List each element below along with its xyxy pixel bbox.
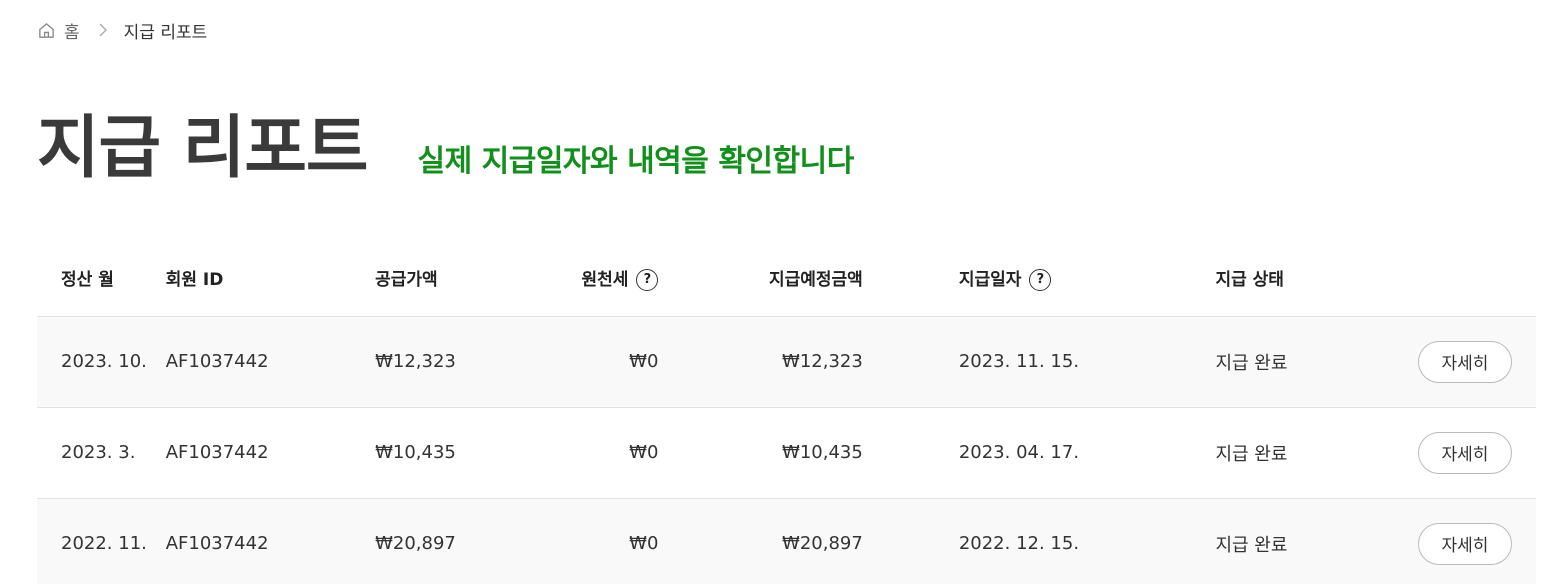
help-circle-icon[interactable]: ? bbox=[1029, 268, 1052, 291]
cell-withholding-tax: ₩0 bbox=[629, 442, 659, 463]
cell-member-id: AF1037442 bbox=[165, 533, 269, 554]
cell-supply-amount: ₩12,323 bbox=[375, 351, 456, 372]
cell-withholding-tax: ₩0 bbox=[629, 351, 659, 372]
cell-member-id: AF1037442 bbox=[165, 351, 269, 372]
table-row: 2023. 10. AF1037442 ₩12,323 ₩0 ₩12,323 2… bbox=[37, 316, 1536, 407]
cell-expected-amount: ₩12,323 bbox=[782, 351, 863, 372]
column-header-month: 정산 월 bbox=[61, 270, 114, 291]
column-header-withholding-tax: 원천세? bbox=[486, 240, 659, 316]
page-subtitle: 실제 지급일자와 내역을 확인합니다 bbox=[417, 144, 854, 179]
chevron-right-icon bbox=[99, 23, 107, 37]
detail-button[interactable]: 자세히 bbox=[1418, 522, 1512, 565]
cell-month: 2023. 3. bbox=[61, 442, 136, 463]
cell-supply-amount: ₩20,897 bbox=[375, 533, 456, 554]
column-header-expected-amount: 지급예정금액 bbox=[768, 270, 863, 291]
home-icon[interactable] bbox=[37, 21, 56, 40]
column-header-payment-date: 지급일자? bbox=[863, 240, 1120, 316]
cell-payment-date: 2022. 12. 15. bbox=[958, 533, 1080, 554]
cell-payment-date: 2023. 04. 17. bbox=[958, 442, 1080, 463]
table-row: 2022. 11. AF1037442 ₩20,897 ₩0 ₩20,897 2… bbox=[37, 498, 1536, 584]
cell-expected-amount: ₩20,897 bbox=[782, 533, 863, 554]
page-title: 지급 리포트 bbox=[37, 109, 368, 188]
cell-action: 자세히 bbox=[1359, 316, 1536, 407]
cell-status: 지급 완료 bbox=[1215, 534, 1288, 556]
detail-button[interactable]: 자세히 bbox=[1418, 340, 1512, 383]
cell-status: 지급 완료 bbox=[1215, 443, 1288, 465]
cell-action: 자세히 bbox=[1359, 407, 1536, 498]
cell-supply-amount: ₩10,435 bbox=[375, 442, 456, 463]
breadcrumb-current: 지급 리포트 bbox=[123, 22, 208, 43]
column-header-member-id: 회원 ID bbox=[165, 270, 224, 291]
table-row: 2023. 3. AF1037442 ₩10,435 ₩0 ₩10,435 20… bbox=[37, 407, 1536, 498]
help-circle-icon[interactable]: ? bbox=[636, 268, 659, 291]
column-header-supply-amount: 공급가액 bbox=[375, 270, 438, 291]
column-header-withholding-tax-label: 원천세 bbox=[581, 269, 629, 290]
cell-status: 지급 완료 bbox=[1215, 352, 1288, 374]
breadcrumb: 홈 지급 리포트 bbox=[37, 18, 208, 43]
title-row: 지급 리포트 실제 지급일자와 내역을 확인합니다 bbox=[37, 92, 854, 191]
detail-button[interactable]: 자세히 bbox=[1418, 431, 1512, 474]
cell-payment-date: 2023. 11. 15. bbox=[958, 351, 1080, 372]
cell-month: 2023. 10. bbox=[61, 351, 147, 372]
breadcrumb-home-link[interactable]: 홈 bbox=[64, 18, 80, 43]
column-header-status: 지급 상태 bbox=[1215, 270, 1284, 291]
cell-expected-amount: ₩10,435 bbox=[782, 442, 863, 463]
cell-action: 자세히 bbox=[1359, 498, 1536, 584]
page: 홈 지급 리포트 지급 리포트 실제 지급일자와 내역을 확인합니다 정산 월 … bbox=[0, 0, 1553, 584]
column-header-action bbox=[1359, 240, 1536, 316]
cell-withholding-tax: ₩0 bbox=[629, 533, 659, 554]
cell-month: 2022. 11. bbox=[61, 533, 147, 554]
table-header-row: 정산 월 회원 ID 공급가액 원천세? 지급예정금액 지급일자? 지급 상태 bbox=[37, 240, 1536, 316]
column-header-payment-date-label: 지급일자 bbox=[958, 269, 1022, 290]
payment-report-table: 정산 월 회원 ID 공급가액 원천세? 지급예정금액 지급일자? 지급 상태 … bbox=[37, 240, 1536, 584]
cell-member-id: AF1037442 bbox=[165, 442, 269, 463]
